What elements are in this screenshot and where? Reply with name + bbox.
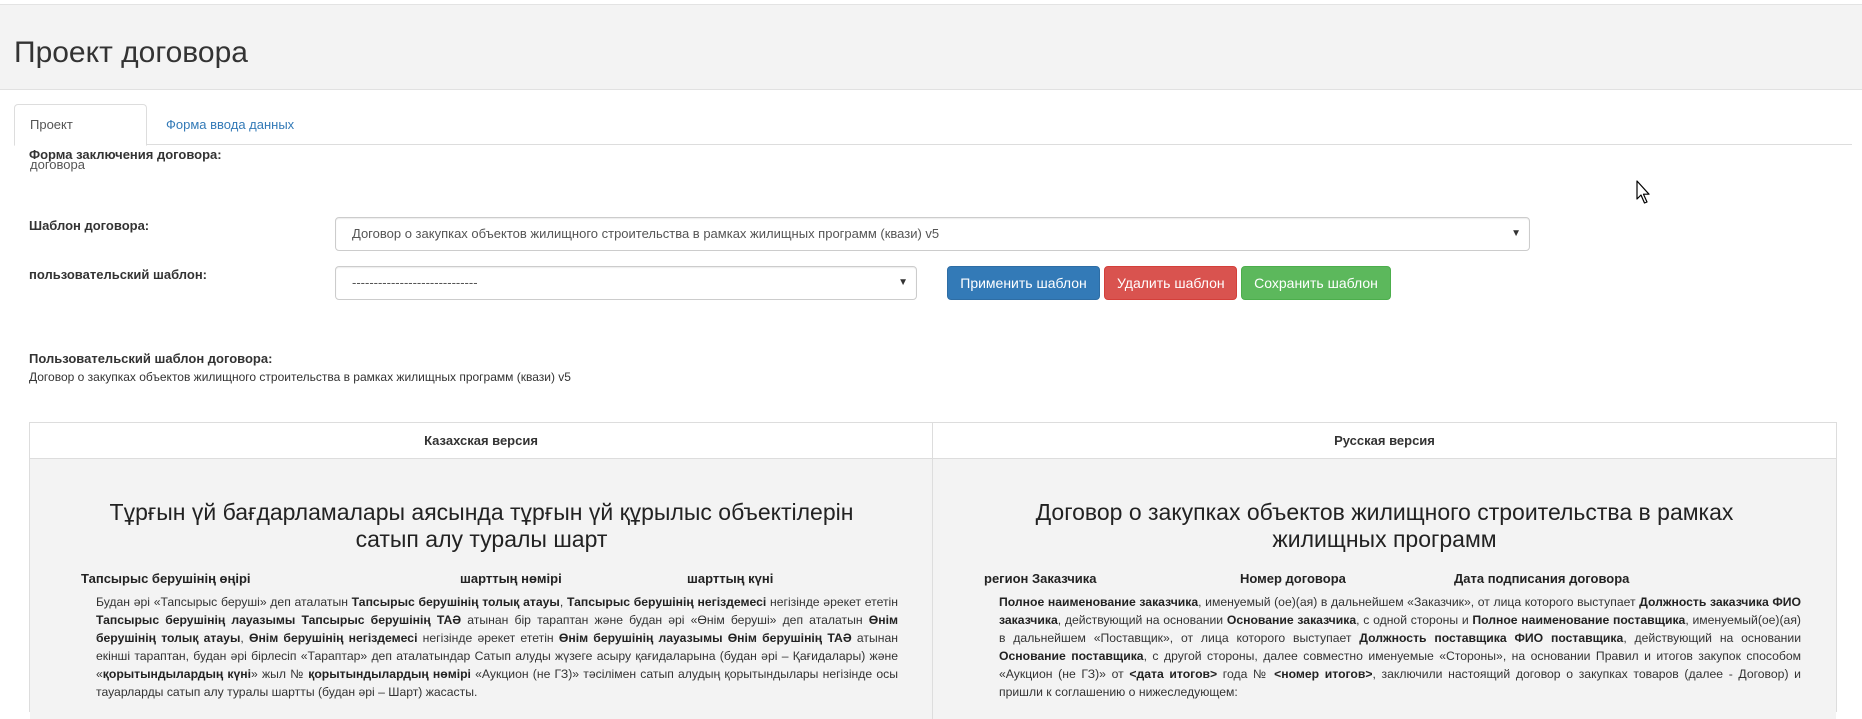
russian-meta-number: Номер договора bbox=[1240, 571, 1346, 586]
kazakh-meta-date: шарттың күні bbox=[687, 571, 774, 586]
kazakh-contract-preamble: Будан әрі «Тапсырыс беруші» деп аталатын… bbox=[96, 595, 899, 699]
kazakh-version-header: Казахская версия bbox=[30, 423, 933, 459]
template-select-value: Договор о закупках объектов жилищного ст… bbox=[352, 226, 940, 241]
kazakh-meta-region: Тапсырыс берушінің өңірі bbox=[81, 571, 251, 586]
template-label: Шаблон договора: bbox=[29, 218, 150, 233]
tab-data-entry-form[interactable]: Форма ввода данных bbox=[150, 104, 310, 146]
contract-versions-table: Казахская версия Русская версия Тұрғын ү… bbox=[29, 422, 1837, 719]
tab-contract-draft[interactable]: Проект договора bbox=[14, 104, 147, 172]
apply-template-button[interactable]: Применить шаблон bbox=[947, 266, 1100, 300]
russian-version-cell: Договор о закупках объектов жилищного ст… bbox=[933, 459, 1836, 719]
mouse-cursor-icon bbox=[1636, 180, 1650, 204]
russian-contract-preamble: Полное наименование заказчика, именуемый… bbox=[999, 595, 1801, 699]
russian-version-header: Русская версия bbox=[933, 423, 1836, 459]
user-contract-template-label: Пользовательский шаблон договора: bbox=[29, 351, 273, 366]
kazakh-document-title: Тұрғын үй бағдарламалары аясында тұрғын … bbox=[109, 499, 854, 552]
caret-down-icon: ▼ bbox=[898, 277, 908, 288]
template-select[interactable]: Договор о закупках объектов жилищного ст… bbox=[335, 217, 1530, 251]
page-header: Проект договора bbox=[0, 5, 1862, 90]
russian-meta-date: Дата подписания договора bbox=[1454, 571, 1630, 586]
russian-meta-region: регион Заказчика bbox=[984, 571, 1097, 586]
save-template-button[interactable]: Сохранить шаблон bbox=[1241, 266, 1391, 300]
delete-template-button[interactable]: Удалить шаблон bbox=[1104, 266, 1237, 300]
user-template-select-value: ----------------------------- bbox=[352, 275, 478, 290]
conclusion-form-label: Форма заключения договора: bbox=[29, 147, 222, 162]
kazakh-meta-number: шарттың нөмірі bbox=[460, 571, 562, 586]
caret-down-icon: ▼ bbox=[1511, 228, 1521, 239]
user-contract-template-value: Договор о закупках объектов жилищного ст… bbox=[29, 370, 571, 384]
kazakh-version-cell: Тұрғын үй бағдарламалары аясында тұрғын … bbox=[30, 459, 933, 719]
page-title: Проект договора bbox=[14, 36, 248, 69]
tab-bar: Проект договора Форма ввода данных bbox=[14, 104, 1852, 172]
user-template-select[interactable]: ----------------------------- ▼ bbox=[335, 266, 917, 300]
user-template-label: пользовательский шаблон: bbox=[29, 267, 208, 282]
russian-document-title: Договор о закупках объектов жилищного ст… bbox=[1035, 499, 1734, 552]
